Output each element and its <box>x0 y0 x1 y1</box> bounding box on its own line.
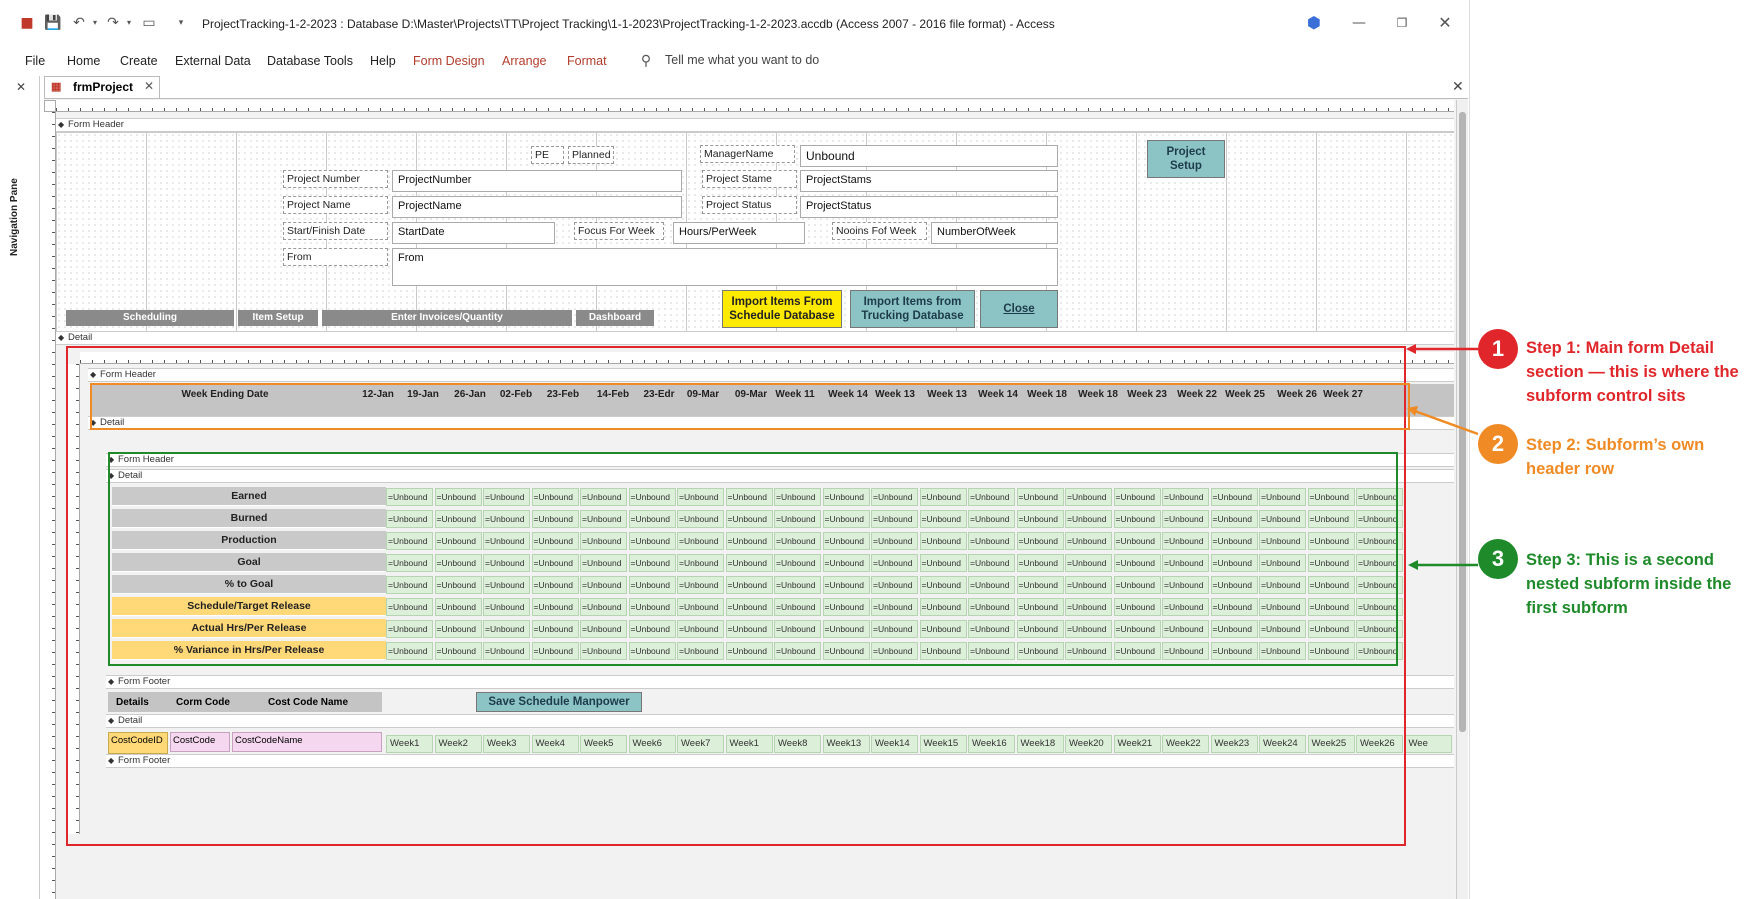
arrow-1 <box>1406 344 1478 354</box>
document-tab-label: frmProject <box>73 80 134 94</box>
import-trucking-button[interactable]: Import Items from Trucking Database <box>850 290 975 328</box>
tell-me-box[interactable]: Tell me what you want to do <box>665 53 819 67</box>
project-setup-button[interactable]: Project Setup <box>1147 140 1225 178</box>
arrow-2 <box>1407 406 1479 436</box>
project-number-field[interactable]: ProjectNumber <box>392 170 682 192</box>
tab-arrange[interactable]: Arrange <box>502 54 546 68</box>
redo-dropdown-icon[interactable]: ▾ <box>120 14 138 32</box>
start-date-field[interactable]: StartDate <box>392 222 555 244</box>
annotation-frame-3 <box>108 452 1398 666</box>
from-field[interactable]: From <box>392 248 1058 286</box>
project-name-label[interactable]: Project Name <box>283 196 388 214</box>
view-icon[interactable]: ▭ <box>140 14 158 32</box>
annotation-2-badge: 2 <box>1478 424 1518 464</box>
minimize-icon[interactable]: — <box>1350 14 1368 32</box>
tab-file[interactable]: File <box>25 54 45 68</box>
customize-toolbar-icon[interactable]: ▾ <box>172 14 190 32</box>
nooins-of-week-label[interactable]: Nooins Fof Week <box>832 222 927 240</box>
annotation-2-text: Step 2: Subform’s own header row <box>1526 436 1705 478</box>
week-field[interactable]: Wee <box>1404 735 1452 753</box>
focus-for-week-label[interactable]: Focus For Week <box>574 222 664 240</box>
manager-name-field[interactable]: Unbound <box>800 145 1058 167</box>
manager-name-label[interactable]: ManagerName <box>700 145 795 163</box>
main-form-detail-bar[interactable]: Detail <box>56 331 1454 345</box>
start-finish-date-label[interactable]: Start/Finish Date <box>283 222 388 240</box>
access-logo-icon: ■ <box>20 15 34 31</box>
tab-item-setup[interactable]: Item Setup <box>238 310 320 326</box>
tab-dashboard[interactable]: Dashboard <box>576 310 656 326</box>
from-label[interactable]: From <box>283 248 388 266</box>
tab-form-design[interactable]: Form Design <box>413 54 485 68</box>
tab-close-icon[interactable]: ✕ <box>144 79 154 93</box>
annotation-arrows <box>1406 344 1479 570</box>
tab-scheduling[interactable]: Scheduling <box>66 310 236 326</box>
tab-home[interactable]: Home <box>67 54 100 68</box>
main-form-header-bar[interactable]: Form Header <box>56 118 1454 132</box>
number-of-week-field[interactable]: NumberOfWeek <box>931 222 1058 244</box>
copilot-icon[interactable]: ⬢ <box>1305 14 1323 32</box>
document-close-icon[interactable]: ✕ <box>1452 78 1464 95</box>
save-icon[interactable]: 💾 <box>44 14 62 32</box>
project-stams-field[interactable]: ProjectStams <box>800 170 1058 192</box>
import-schedule-button[interactable]: Import Items From Schedule Database <box>722 290 842 328</box>
title-bar: ■ 💾 ↶ ▾ ↷ ▾ ▭ ▾ ProjectTracking-1-2-2023… <box>0 0 1469 48</box>
close-button[interactable]: Close <box>980 290 1058 328</box>
pe-label[interactable]: PE <box>531 146 564 164</box>
tab-create[interactable]: Create <box>120 54 158 68</box>
access-window: ■ 💾 ↶ ▾ ↷ ▾ ▭ ▾ ProjectTracking-1-2-2023… <box>0 0 1470 899</box>
restore-icon[interactable]: ❐ <box>1393 14 1411 32</box>
form-selector[interactable] <box>44 100 56 112</box>
annotation-1-text: Step 1: Main form Detail section — this … <box>1526 339 1739 405</box>
search-icon: ⚲ <box>640 53 652 69</box>
project-status-label[interactable]: Project Status <box>702 196 797 214</box>
navigation-pane[interactable]: ✕ Navigation Pane <box>0 76 40 899</box>
window-title: ProjectTracking-1-2-2023 : Database D:\M… <box>202 17 1055 31</box>
tab-external-data[interactable]: External Data <box>175 54 251 68</box>
planned-label[interactable]: Planned <box>568 146 614 164</box>
nav-pane-label[interactable]: Navigation Pane <box>9 178 20 256</box>
tab-help[interactable]: Help <box>370 54 396 68</box>
project-status-field[interactable]: ProjectStatus <box>800 196 1058 218</box>
project-name-field[interactable]: ProjectName <box>392 196 682 218</box>
document-tab[interactable]: ▦ frmProject ✕ <box>44 76 160 98</box>
nav-pane-close-icon[interactable]: ✕ <box>16 80 26 94</box>
project-number-label[interactable]: Project Number <box>283 170 388 188</box>
form-icon: ▦ <box>51 81 62 93</box>
annotation-1-badge: 1 <box>1478 329 1518 369</box>
tab-database-tools[interactable]: Database Tools <box>267 54 353 68</box>
annotation-3-badge: 3 <box>1478 539 1518 579</box>
horizontal-ruler <box>56 100 1454 112</box>
hours-per-week-field[interactable]: Hours/PerWeek <box>673 222 805 244</box>
annotation-3-text: Step 3: This is a second nested subform … <box>1526 551 1732 617</box>
annotation-frame-2 <box>90 383 1410 430</box>
tab-enter-invoices[interactable]: Enter Invoices/Quantity <box>322 310 574 326</box>
close-icon[interactable]: ✕ <box>1436 14 1454 32</box>
project-stame-label[interactable]: Project Stame <box>702 170 797 188</box>
tab-format[interactable]: Format <box>567 54 607 68</box>
vertical-ruler <box>44 112 56 899</box>
arrow-3 <box>1408 560 1478 570</box>
undo-dropdown-icon[interactable]: ▾ <box>86 14 104 32</box>
